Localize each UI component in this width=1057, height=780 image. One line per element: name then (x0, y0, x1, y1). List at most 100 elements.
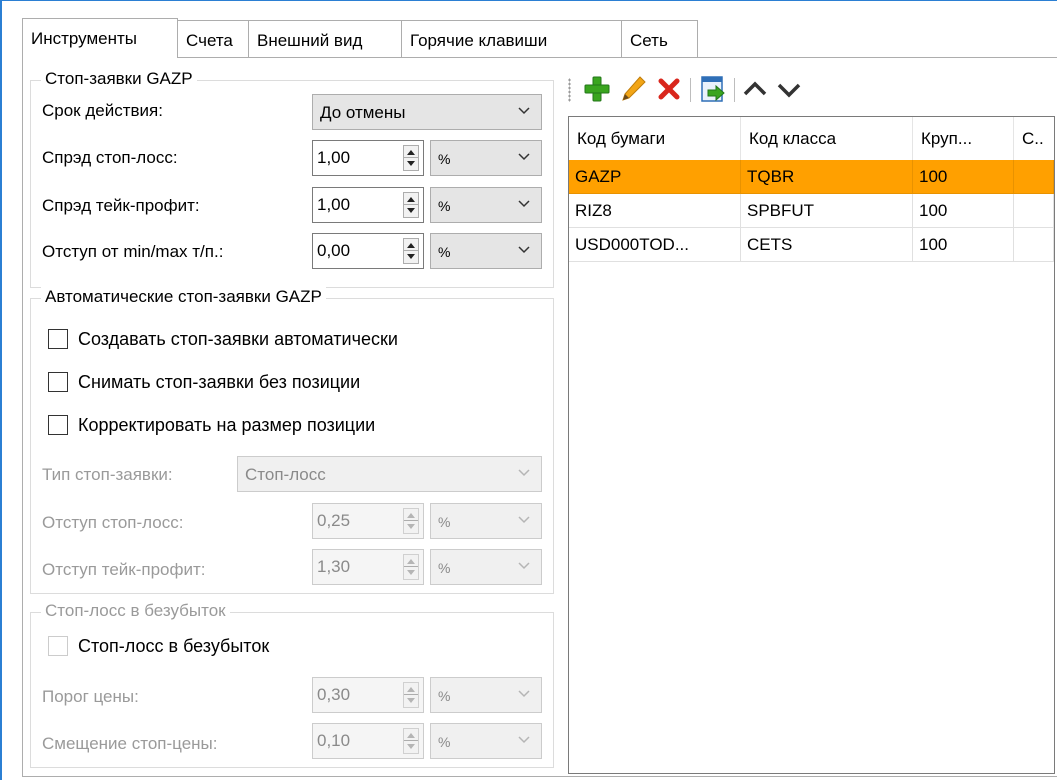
minmax-stepper[interactable]: 0,00 (312, 233, 424, 269)
move-up-button[interactable] (740, 74, 770, 104)
add-button[interactable] (582, 74, 612, 104)
tp-spread-label: Спрэд тейк-профит: (42, 196, 200, 215)
unit-value: % (438, 734, 451, 750)
group-legend: Автоматические стоп-заявки GAZP (41, 287, 326, 307)
chevron-down-icon (518, 469, 530, 477)
tab-appearance[interactable]: Внешний вид (248, 20, 402, 57)
chevron-down-icon (518, 562, 530, 570)
breakeven-checkbox[interactable] (48, 636, 68, 656)
spin-buttons[interactable] (403, 238, 419, 264)
tp-spread-value: 1,00 (317, 195, 351, 214)
edit-icon (622, 76, 646, 101)
unit-value: % (438, 514, 451, 530)
unit-value: % (438, 688, 451, 704)
price-threshold-unit-combo[interactable]: % (430, 677, 542, 713)
tab-label: Сеть (630, 31, 668, 50)
tab-network[interactable]: Сеть (621, 20, 698, 57)
validity-label: Срок действия: (42, 101, 163, 120)
column-header-class[interactable]: Код класса (741, 117, 913, 160)
cell-class: TQBR (741, 160, 913, 194)
add-icon (584, 76, 610, 102)
sl-spread-unit-combo[interactable]: % (430, 140, 542, 176)
sl-offset-stepper[interactable]: 0,25 (312, 503, 424, 539)
create-auto-checkbox[interactable] (48, 329, 68, 349)
table-row[interactable]: GAZP TQBR 100 (569, 160, 1054, 194)
edit-button[interactable] (618, 74, 648, 104)
chevron-down-icon (518, 690, 530, 698)
spin-buttons[interactable] (403, 145, 419, 171)
adjust-position-checkbox[interactable] (48, 415, 68, 435)
adjust-position-label: Корректировать на размер позиции (78, 415, 376, 435)
unit-value: % (438, 198, 451, 214)
stop-shift-unit-combo[interactable]: % (430, 723, 542, 759)
delete-icon (658, 78, 680, 100)
tab-accounts[interactable]: Счета (177, 20, 249, 57)
stop-shift-stepper[interactable]: 0,10 (312, 723, 424, 759)
stop-type-combo[interactable]: Стоп-лосс (237, 456, 542, 492)
breakeven-check-label: Стоп-лосс в безубыток (78, 636, 270, 656)
chevron-down-icon (518, 246, 530, 254)
spin-buttons[interactable] (403, 508, 419, 534)
chevron-down-icon (777, 83, 801, 98)
stop-shift-label: Смещение стоп-цены: (42, 734, 218, 753)
sl-spread-stepper[interactable]: 1,00 (312, 140, 424, 176)
toolbar-separator (734, 78, 735, 102)
chevron-down-icon (518, 153, 530, 161)
remove-no-position-checkbox[interactable] (48, 372, 68, 392)
instruments-grid[interactable]: Код бумаги Код класса Круп... С.. GAZP T… (568, 116, 1055, 774)
window-edge-top (0, 0, 1057, 1)
minmax-unit-combo[interactable]: % (430, 233, 542, 269)
window-edge-left (0, 0, 2, 780)
sl-offset-value: 0,25 (317, 511, 351, 530)
tp-spread-stepper[interactable]: 1,00 (312, 187, 424, 223)
tab-hotkeys[interactable]: Горячие клавиши (401, 20, 622, 57)
sl-spread-label: Спрэд стоп-лосс: (42, 148, 178, 167)
spin-buttons[interactable] (403, 554, 419, 580)
cell-lot: 100 (913, 228, 1014, 262)
cell-lot: 100 (913, 160, 1014, 194)
remove-no-position-label: Снимать стоп-заявки без позиции (78, 372, 361, 392)
group-legend: Стоп-лосс в безубыток (41, 601, 230, 621)
spin-buttons[interactable] (403, 192, 419, 218)
spin-buttons[interactable] (403, 728, 419, 754)
column-header-lot[interactable]: Круп... (913, 117, 1014, 160)
minmax-value: 0,00 (317, 241, 351, 260)
tp-offset-unit-combo[interactable]: % (430, 549, 542, 585)
chevron-up-icon (743, 81, 767, 96)
table-row[interactable]: USD000TOD... CETS 100 (569, 228, 1054, 262)
column-header-c[interactable]: С.. (1014, 117, 1054, 160)
tp-spread-unit-combo[interactable]: % (430, 187, 542, 223)
spin-buttons[interactable] (403, 682, 419, 708)
price-threshold-label: Порог цены: (42, 687, 139, 706)
stop-type-label: Тип стоп-заявки: (42, 465, 173, 484)
price-threshold-stepper[interactable]: 0,30 (312, 677, 424, 713)
cell-c (1014, 194, 1054, 228)
validity-combo[interactable]: До отмены (312, 94, 542, 130)
tab-instruments[interactable]: Инструменты (22, 18, 178, 58)
toolbar-separator (690, 78, 691, 102)
table-row[interactable]: RIZ8 SPBFUT 100 (569, 194, 1054, 228)
sl-offset-unit-combo[interactable]: % (430, 503, 542, 539)
instruments-toolbar (568, 70, 1052, 110)
column-header-code[interactable]: Код бумаги (569, 117, 741, 160)
minmax-label: Отступ от min/max т/п.: (42, 242, 224, 261)
import-button[interactable] (698, 74, 728, 104)
sl-offset-label: Отступ стоп-лосс: (42, 513, 184, 532)
move-down-button[interactable] (774, 74, 804, 104)
unit-value: % (438, 560, 451, 576)
sl-spread-value: 1,00 (317, 148, 351, 167)
delete-button[interactable] (654, 74, 684, 104)
create-auto-label: Создавать стоп-заявки автоматически (78, 329, 398, 349)
chevron-down-icon (518, 200, 530, 208)
cell-class: SPBFUT (741, 194, 913, 228)
stop-shift-value: 0,10 (317, 731, 351, 750)
cell-c (1014, 160, 1054, 194)
cell-lot: 100 (913, 194, 1014, 228)
tp-offset-stepper[interactable]: 1,30 (312, 549, 424, 585)
unit-value: % (438, 151, 451, 167)
tab-label: Внешний вид (257, 31, 363, 50)
cell-code: RIZ8 (569, 194, 741, 228)
cell-c (1014, 228, 1054, 262)
toolbar-grip[interactable] (568, 78, 571, 102)
tab-label: Счета (186, 31, 233, 50)
